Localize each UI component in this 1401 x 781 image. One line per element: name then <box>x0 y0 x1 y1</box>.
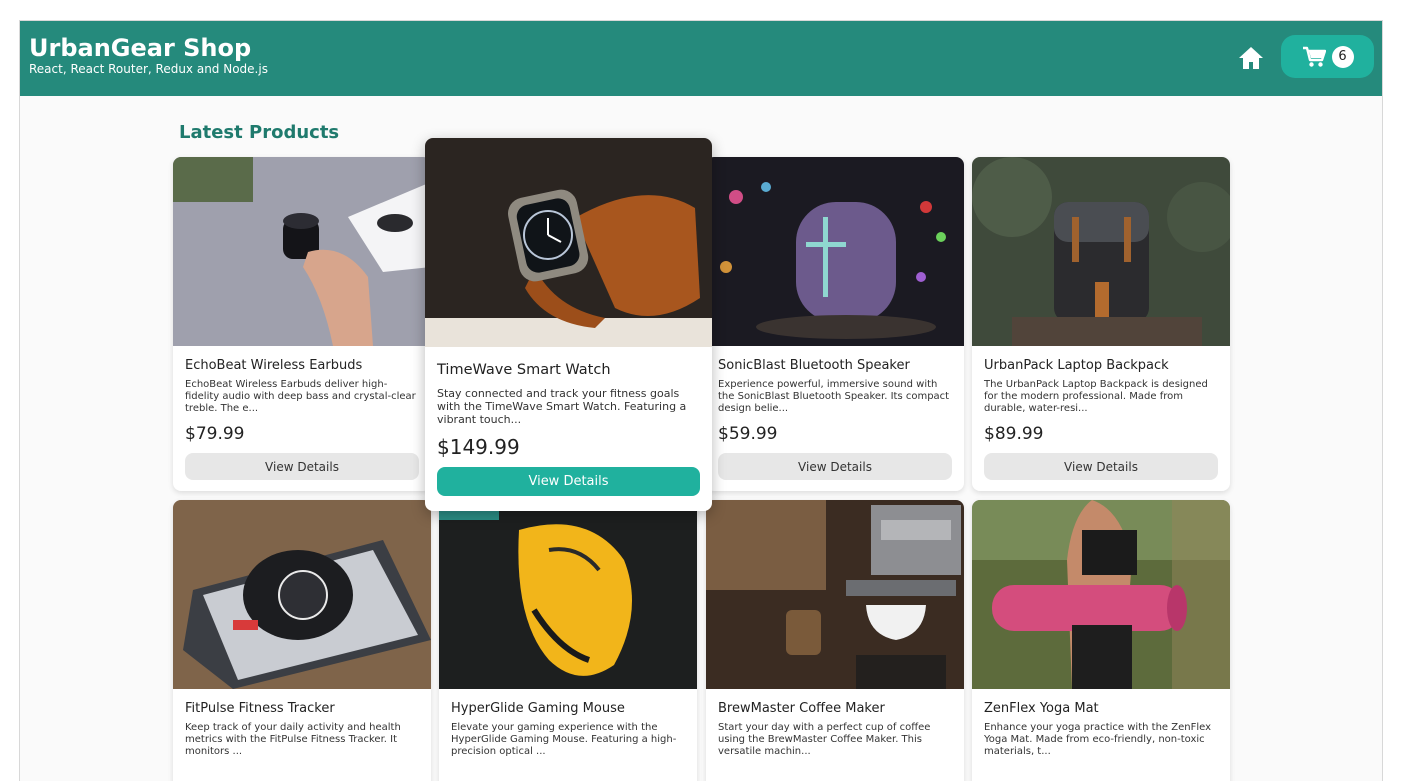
product-name[interactable]: EchoBeat Wireless Earbuds <box>185 358 362 373</box>
product-card[interactable]: SonicBlast Bluetooth Speaker Experience … <box>706 157 964 491</box>
product-description: Stay connected and track your fitness go… <box>437 387 687 426</box>
site-subtitle: React, React Router, Redux and Node.js <box>29 62 268 76</box>
view-details-button[interactable]: View Details <box>984 453 1218 480</box>
app-frame: UrbanGear Shop React, React Router, Redu… <box>19 20 1383 781</box>
view-details-button[interactable]: View Details <box>437 467 700 496</box>
product-card[interactable]: FitPulse Fitness Tracker Keep track of y… <box>173 500 431 781</box>
product-card[interactable]: BrewMaster Coffee Maker Start your day w… <box>706 500 964 781</box>
product-description: Keep track of your daily activity and he… <box>185 722 401 757</box>
cart-icon <box>1302 46 1326 67</box>
product-description: Experience powerful, immersive sound wit… <box>718 379 950 414</box>
product-name[interactable]: ZenFlex Yoga Mat <box>984 701 1099 716</box>
product-description: Elevate your gaming experience with the … <box>451 722 677 757</box>
product-name[interactable]: FitPulse Fitness Tracker <box>185 701 335 716</box>
product-price: $89.99 <box>984 424 1044 444</box>
product-name[interactable]: UrbanPack Laptop Backpack <box>984 358 1169 373</box>
product-card[interactable]: EchoBeat Wireless Earbuds EchoBeat Wirel… <box>173 157 431 491</box>
product-image[interactable] <box>173 157 431 346</box>
section-title: Latest Products <box>179 122 340 143</box>
product-price: $149.99 <box>437 435 520 459</box>
product-description: Enhance your yoga practice with the ZenF… <box>984 722 1212 757</box>
view-details-button[interactable]: View Details <box>185 453 419 480</box>
product-image[interactable] <box>706 157 964 346</box>
product-description: The UrbanPack Laptop Backpack is designe… <box>984 379 1208 414</box>
navbar: UrbanGear Shop React, React Router, Redu… <box>20 21 1382 96</box>
brand[interactable]: UrbanGear Shop React, React Router, Redu… <box>29 34 268 76</box>
product-card[interactable]: UrbanPack Laptop Backpack The UrbanPack … <box>972 157 1230 491</box>
product-name[interactable]: HyperGlide Gaming Mouse <box>451 701 625 716</box>
product-image[interactable] <box>173 500 431 689</box>
product-description: Start your day with a perfect cup of cof… <box>718 722 931 757</box>
product-card-featured[interactable]: TimeWave Smart Watch Stay connected and … <box>425 138 712 511</box>
product-card[interactable]: ZenFlex Yoga Mat Enhance your yoga pract… <box>972 500 1230 781</box>
home-button[interactable] <box>1233 42 1269 74</box>
product-image[interactable] <box>439 500 697 689</box>
cart-button[interactable]: 6 <box>1281 35 1374 78</box>
site-title: UrbanGear Shop <box>29 34 252 62</box>
product-name[interactable]: SonicBlast Bluetooth Speaker <box>718 358 910 373</box>
product-price: $59.99 <box>718 424 778 444</box>
product-price: $79.99 <box>185 424 245 444</box>
product-name[interactable]: TimeWave Smart Watch <box>437 362 611 378</box>
product-description: EchoBeat Wireless Earbuds deliver high-f… <box>185 379 416 414</box>
product-image[interactable] <box>972 157 1230 346</box>
product-card[interactable]: HyperGlide Gaming Mouse Elevate your gam… <box>439 500 697 781</box>
product-image[interactable] <box>706 500 964 689</box>
view-details-button[interactable]: View Details <box>718 453 952 480</box>
product-image[interactable] <box>425 138 712 347</box>
product-name[interactable]: BrewMaster Coffee Maker <box>718 701 885 716</box>
cart-count-badge: 6 <box>1331 45 1354 68</box>
product-image[interactable] <box>972 500 1230 689</box>
home-icon <box>1239 47 1263 69</box>
